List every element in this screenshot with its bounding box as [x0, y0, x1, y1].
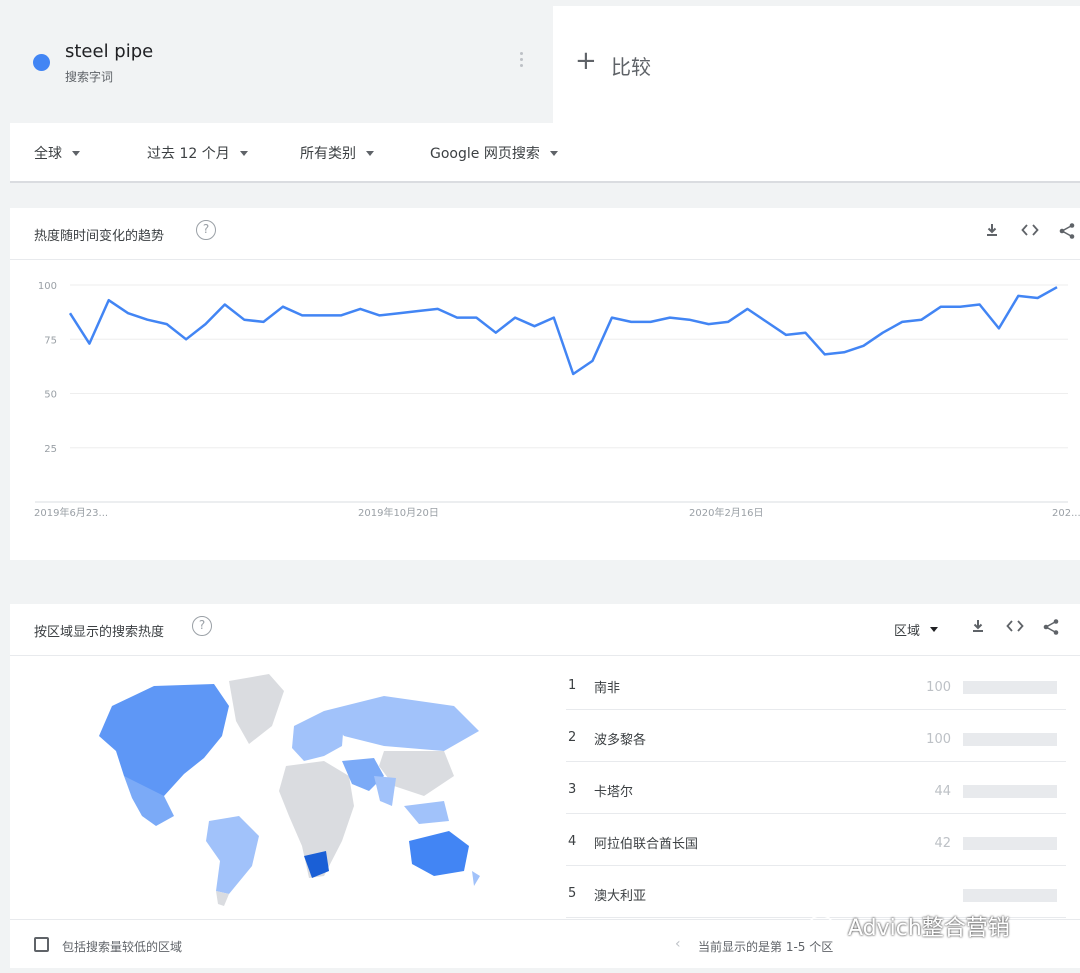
resolution-label: 区域 [894, 624, 921, 639]
filter-bar: 全球 过去 12 个月 所有类别 Google 网页搜索 [10, 123, 1080, 183]
interest-over-time-card: 热度随时间变化的趋势 ? 25 50 75 100 2019年6月23... 2019年1… [10, 208, 1080, 560]
region-rank: 3 [568, 782, 577, 797]
region-russia[interactable] [324, 696, 479, 751]
y-tick-label: 25 [44, 444, 57, 455]
region-value: 100 [926, 732, 951, 747]
filter-location[interactable]: 全球 [34, 143, 80, 163]
compare-button[interactable]: + 比较 [553, 6, 1080, 123]
region-name[interactable]: 卡塔尔 [594, 781, 633, 800]
series-line [68, 286, 1058, 376]
region-name[interactable]: 波多黎各 [594, 729, 646, 748]
x-tick-label: 2020年2月16日 [689, 506, 764, 519]
watermark: Advich整合营销 [808, 910, 1010, 942]
card-header: 热度随时间变化的趋势 ? [10, 208, 1080, 260]
region-bar-track [963, 785, 1057, 798]
dropdown-caret-icon [72, 150, 80, 156]
y-tick-label: 100 [38, 281, 57, 292]
share-icon[interactable] [1057, 222, 1077, 242]
dropdown-caret-icon [930, 627, 939, 632]
filter-location-label: 全球 [34, 146, 62, 162]
region-southeast-asia[interactable] [404, 801, 449, 824]
low-volume-checkbox[interactable] [34, 937, 49, 952]
x-tick-label: 2019年6月23... [34, 506, 108, 519]
x-tick-label: 202... [1052, 508, 1080, 519]
trend-line-chart[interactable]: 25 50 75 100 2019年6月23... 2019年10月20日 2020年2月1… [10, 260, 1080, 560]
low-volume-label: 包括搜索量较低的区域 [62, 940, 183, 954]
filter-search-type[interactable]: Google 网页搜索 [430, 143, 558, 163]
region-name[interactable]: 南非 [594, 677, 620, 696]
region-rank: 4 [568, 834, 577, 849]
chevron-left-icon[interactable]: ‹ [675, 936, 681, 952]
region-row[interactable]: 2 波多黎各 100 [566, 710, 1066, 762]
region-row[interactable]: 3 卡塔尔 44 [566, 762, 1066, 814]
watermark-text: Advich整合营销 [848, 916, 1010, 941]
card-header: 按区域显示的搜索热度 ? 区域 [10, 604, 1080, 656]
filter-category-label: 所有类别 [300, 146, 356, 162]
region-value: 44 [934, 784, 951, 799]
filter-time-range[interactable]: 过去 12 个月 [147, 143, 248, 163]
plus-icon: + [575, 46, 597, 76]
term-bar: steel pipe 搜索字词 + 比较 [10, 6, 1080, 123]
region-australia[interactable] [409, 831, 469, 876]
filter-category[interactable]: 所有类别 [300, 143, 374, 163]
search-term-name[interactable]: steel pipe [65, 41, 153, 62]
share-icon[interactable] [1041, 618, 1061, 638]
region-bar-track [963, 681, 1057, 694]
region-bar-track [963, 837, 1057, 850]
filter-search-type-label: Google 网页搜索 [430, 146, 540, 162]
region-value: 42 [934, 836, 951, 851]
region-bar-track [963, 889, 1057, 902]
region-ranking-list: 1 南非 100 2 波多黎各 100 3 卡塔尔 44 4 阿拉伯联合酋长国 42 5 澳大利亚 [566, 658, 1066, 918]
region-row[interactable]: 1 南非 100 [566, 658, 1066, 710]
region-greenland[interactable] [229, 674, 284, 744]
world-map[interactable] [24, 666, 558, 916]
region-india[interactable] [374, 776, 396, 806]
help-icon[interactable]: ? [196, 220, 216, 240]
embed-icon[interactable] [1005, 618, 1025, 638]
region-rank: 1 [568, 678, 577, 693]
region-south-america[interactable] [206, 816, 259, 894]
region-row[interactable]: 4 阿拉伯联合酋长国 42 [566, 814, 1066, 866]
region-north-america[interactable] [99, 684, 229, 796]
region-name[interactable]: 阿拉伯联合酋长国 [594, 833, 698, 852]
card-title: 热度随时间变化的趋势 [34, 229, 165, 244]
region-new-zealand[interactable] [472, 871, 480, 886]
card-title: 按区域显示的搜索热度 [34, 625, 165, 640]
region-rank: 2 [568, 730, 577, 745]
download-icon[interactable] [968, 618, 988, 638]
region-name[interactable]: 澳大利亚 [594, 885, 646, 904]
dropdown-caret-icon [239, 150, 248, 156]
term-color-dot [33, 54, 50, 71]
embed-icon[interactable] [1020, 222, 1040, 242]
y-tick-label: 50 [44, 390, 57, 401]
dropdown-caret-icon [366, 150, 374, 156]
wechat-logo-icon [809, 914, 841, 937]
region-value: 100 [926, 680, 951, 695]
search-term-chip[interactable]: steel pipe 搜索字词 [10, 6, 553, 123]
more-vert-icon[interactable] [520, 52, 524, 70]
help-icon[interactable]: ? [192, 616, 212, 636]
region-rank: 5 [568, 886, 577, 901]
download-icon[interactable] [982, 222, 1002, 242]
resolution-dropdown[interactable]: 区域 [894, 620, 939, 639]
search-term-type: 搜索字词 [65, 70, 114, 84]
compare-label: 比较 [611, 55, 651, 79]
y-tick-label: 75 [44, 335, 57, 346]
filter-time-range-label: 过去 12 个月 [147, 146, 230, 162]
x-tick-label: 2019年10月20日 [358, 506, 439, 519]
dropdown-caret-icon [549, 150, 558, 156]
region-bar-track [963, 733, 1057, 746]
